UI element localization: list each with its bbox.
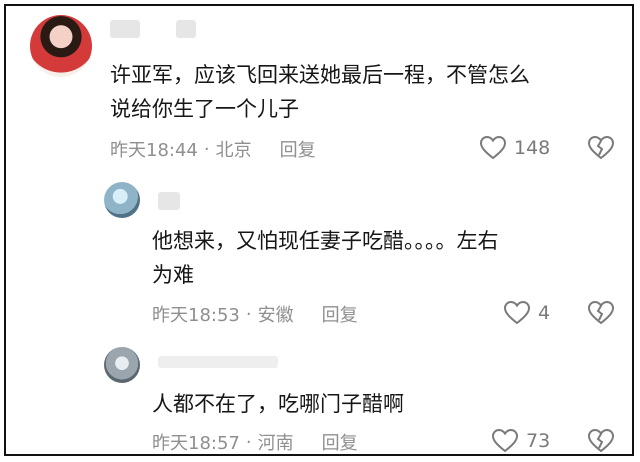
reply-button[interactable]: 回复 xyxy=(322,301,358,327)
comment-meta: 昨天18:53 · 安徽 回复 xyxy=(152,301,358,327)
comment-line: 他想来，又怕现任妻子吃醋。。。。左右 xyxy=(152,229,499,253)
heart-icon xyxy=(492,429,518,453)
like-count: 4 xyxy=(538,302,551,324)
location: 北京 xyxy=(215,140,252,161)
comment-line: 人都不在了，吃哪门子醋啊 xyxy=(152,392,404,416)
location: 河南 xyxy=(257,433,294,454)
heart-icon xyxy=(480,136,506,160)
username-blur xyxy=(158,192,180,210)
comment-text: 他想来，又怕现任妻子吃醋。。。。左右 为难 xyxy=(152,224,499,292)
broken-heart-icon[interactable] xyxy=(588,301,614,325)
broken-heart-icon[interactable] xyxy=(588,136,614,160)
like-button[interactable]: 4 xyxy=(504,299,550,327)
broken-heart-icon[interactable] xyxy=(588,429,614,453)
username-blur xyxy=(176,20,196,38)
heart-icon xyxy=(504,301,530,325)
timestamp: 昨天18:57 xyxy=(152,433,240,454)
username-blur xyxy=(158,356,278,368)
comment-meta: 昨天18:57 · 河南 回复 xyxy=(152,429,358,455)
avatar[interactable] xyxy=(30,15,92,77)
comment-line: 说给你生了一个儿子 xyxy=(110,97,299,121)
username-blur xyxy=(110,20,140,38)
comment-meta: 昨天18:44 · 北京 回复 xyxy=(110,136,316,162)
comment-text: 许亚军，应该飞回来送她最后一程，不管怎么 说给你生了一个儿子 xyxy=(110,58,530,126)
timestamp: 昨天18:44 xyxy=(110,140,198,161)
comment-thread: 许亚军，应该飞回来送她最后一程，不管怎么 说给你生了一个儿子 昨天18:44 ·… xyxy=(4,4,634,456)
like-count: 73 xyxy=(526,430,551,452)
avatar[interactable] xyxy=(104,182,140,218)
comment-text: 人都不在了，吃哪门子醋啊 xyxy=(152,387,404,421)
timestamp: 昨天18:53 xyxy=(152,305,240,326)
reply-button[interactable]: 回复 xyxy=(280,136,316,162)
reply-button[interactable]: 回复 xyxy=(322,429,358,454)
like-button[interactable]: 148 xyxy=(480,134,550,162)
comment-line: 许亚军，应该飞回来送她最后一程，不管怎么 xyxy=(110,63,530,87)
like-button[interactable]: 73 xyxy=(492,427,551,454)
location: 安徽 xyxy=(257,305,294,326)
comment-line: 为难 xyxy=(152,263,194,287)
avatar[interactable] xyxy=(104,347,140,383)
like-count: 148 xyxy=(514,137,551,159)
